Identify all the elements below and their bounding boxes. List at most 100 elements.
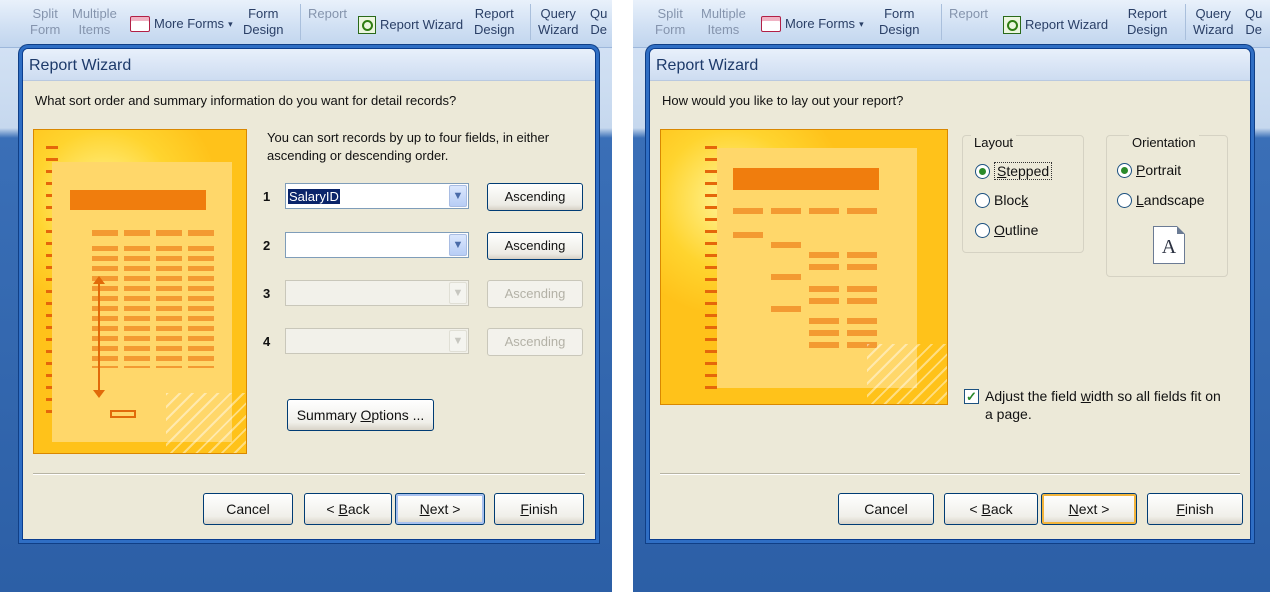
back-label: < <box>969 501 982 517</box>
chevron-down-icon[interactable]: ▼ <box>449 185 467 207</box>
query-wizard-button[interactable]: Query Wizard <box>1193 6 1233 38</box>
split-form-button[interactable]: Split Form <box>30 6 60 38</box>
report-wizard-button[interactable]: Report Wizard <box>1003 16 1108 34</box>
report-button[interactable]: Report <box>949 6 988 22</box>
sort-field-combo-3[interactable]: ▼ <box>285 280 469 306</box>
more-forms-icon <box>130 16 150 32</box>
sort-order-button-1[interactable]: Ascending <box>487 183 583 211</box>
report-wizard-icon <box>1003 16 1021 34</box>
radio-selected-icon[interactable] <box>975 163 990 179</box>
query-design-button[interactable]: Qu De <box>1245 6 1262 38</box>
more-forms-button[interactable]: More Forms ▾ <box>130 16 233 32</box>
next-label: ext > <box>1078 501 1110 517</box>
finish-button[interactable]: Finish <box>1147 493 1243 525</box>
finish-button[interactable]: Finish <box>494 493 584 525</box>
report-wizard-button[interactable]: Report Wizard <box>358 16 463 34</box>
back-button[interactable]: < Back <box>304 493 392 525</box>
sort-row-number: 4 <box>263 334 271 349</box>
adjust-label-post: idth so all fields fit on <box>1090 388 1221 404</box>
label-rest: ortrait <box>1145 162 1182 178</box>
next-accesskey: N <box>419 501 430 517</box>
report-wizard-dialog: Report Wizard What sort order and summar… <box>22 48 596 540</box>
label-rest: tepped <box>1006 163 1050 179</box>
form-design-label-1: Form <box>248 6 279 21</box>
form-design-label-1: Form <box>884 6 915 21</box>
query-wizard-button[interactable]: Query Wizard <box>538 6 578 38</box>
cancel-button[interactable]: Cancel <box>203 493 293 525</box>
adjust-field-width-checkbox[interactable]: ✓ Adjust the field width so all fields f… <box>964 387 1234 423</box>
sort-field-combo-1[interactable]: SalaryID ▼ <box>285 183 469 209</box>
layout-stepped-option[interactable]: Stepped <box>975 162 1053 180</box>
split-form-label-2: Form <box>655 22 686 37</box>
next-button[interactable]: Next > <box>395 493 485 525</box>
dropdown-arrow-icon: ▾ <box>228 19 233 29</box>
radio-icon[interactable] <box>975 222 990 238</box>
dialog-separator <box>660 473 1240 475</box>
query-design-label-1: Qu <box>590 6 608 21</box>
summary-options-button[interactable]: Summary Options ... <box>287 399 434 431</box>
orientation-landscape-option[interactable]: Landscape <box>1117 192 1205 208</box>
layout-stepped-label: Stepped <box>994 162 1053 180</box>
back-accesskey: B <box>981 501 991 517</box>
next-button[interactable]: Next > <box>1041 493 1137 525</box>
accesskey: k <box>1021 192 1029 208</box>
form-design-button[interactable]: Form Design <box>879 6 919 38</box>
accesskey: O <box>994 222 1005 238</box>
split-form-label-2: Form <box>30 22 61 37</box>
portrait-label: Portrait <box>1136 162 1181 178</box>
sort-row-3: 3 ▼ Ascending <box>259 280 583 308</box>
layout-outline-option[interactable]: Outline <box>975 222 1038 238</box>
radio-icon[interactable] <box>1117 192 1132 208</box>
back-label: < <box>326 501 339 517</box>
left-screenshot: Split Form Multiple Items More Forms ▾ Form… <box>0 0 612 592</box>
sort-order-button-4[interactable]: Ascending <box>487 328 583 356</box>
chevron-down-icon[interactable]: ▼ <box>449 330 467 352</box>
label-rest: utline <box>1004 222 1039 238</box>
sort-field-combo-4[interactable]: ▼ <box>285 328 469 354</box>
radio-selected-icon[interactable] <box>1117 162 1132 178</box>
dialog-separator <box>33 473 585 475</box>
report-label: Report <box>308 6 348 21</box>
sort-instructions-line-1: You can sort records by up to four field… <box>267 130 550 145</box>
back-accesskey: B <box>338 501 348 517</box>
query-design-label-2: De <box>590 22 607 37</box>
query-design-button[interactable]: Qu De <box>590 6 607 38</box>
radio-icon[interactable] <box>975 192 990 208</box>
label-pre: Bloc <box>994 192 1022 208</box>
multiple-items-button[interactable]: Multiple Items <box>72 6 117 38</box>
sort-row-1: 1 SalaryID ▼ Ascending <box>259 183 583 211</box>
more-forms-label: More Forms <box>154 16 225 31</box>
more-forms-button[interactable]: More Forms ▾ <box>761 16 864 32</box>
split-form-button[interactable]: Split Form <box>655 6 685 38</box>
dialog-title: Report Wizard <box>650 49 1250 81</box>
form-design-button[interactable]: Form Design <box>243 6 283 38</box>
more-forms-label: More Forms <box>785 16 856 31</box>
sort-order-button-3[interactable]: Ascending <box>487 280 583 308</box>
split-form-label-1: Split <box>32 6 58 21</box>
cancel-button[interactable]: Cancel <box>838 493 934 525</box>
layout-block-option[interactable]: Block <box>975 192 1028 208</box>
dialog-question: What sort order and summary information … <box>35 93 457 108</box>
report-design-label-2: Design <box>1127 22 1168 37</box>
back-button[interactable]: < Back <box>944 493 1038 525</box>
chevron-down-icon[interactable]: ▼ <box>449 234 467 256</box>
summary-options-accesskey: O <box>360 407 372 423</box>
chevron-down-icon[interactable]: ▼ <box>449 282 467 304</box>
report-design-button[interactable]: Report Design <box>474 6 514 38</box>
orientation-portrait-option[interactable]: Portrait <box>1117 162 1181 178</box>
form-design-label-2: Design <box>243 22 284 37</box>
report-button[interactable]: Report <box>308 6 347 22</box>
report-wizard-label: Report Wizard <box>1025 17 1109 32</box>
query-wizard-label-2: Wizard <box>1193 22 1234 37</box>
finish-label: inish <box>528 501 558 517</box>
sort-field-combo-2[interactable]: ▼ <box>285 232 469 258</box>
dropdown-arrow-icon: ▾ <box>859 19 864 29</box>
orientation-group: Orientation Portrait Landscape A <box>1106 135 1228 277</box>
dialog-question: How would you like to lay out your repor… <box>662 93 904 108</box>
sort-order-button-2[interactable]: Ascending <box>487 232 583 260</box>
report-preview-illustration <box>33 129 247 454</box>
checkbox-checked-icon[interactable]: ✓ <box>964 389 979 404</box>
adjust-field-width-label: Adjust the field width so all fields fit… <box>985 387 1221 423</box>
report-design-button[interactable]: Report Design <box>1127 6 1167 38</box>
multiple-items-button[interactable]: Multiple Items <box>701 6 746 38</box>
